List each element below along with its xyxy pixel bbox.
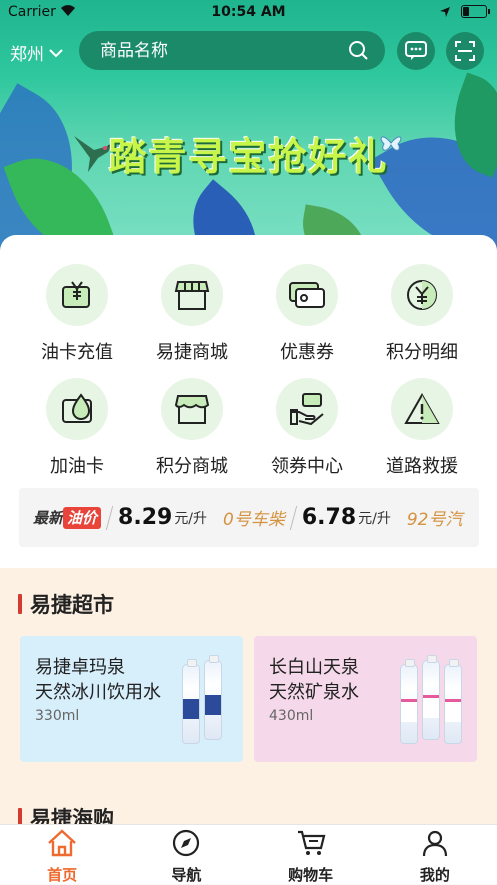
service-label: 加油卡 [50, 456, 104, 477]
water-bottle-image [182, 659, 200, 744]
service-label: 易捷商城 [156, 342, 228, 363]
product-card-zhuoma[interactable]: 易捷卓玛泉天然冰川饮用水 330ml [20, 636, 243, 762]
tab-label: 我的 [419, 866, 450, 884]
service-label: 优惠券 [280, 342, 334, 363]
water-bottle-image [204, 655, 222, 740]
product-name: 易捷卓玛泉天然冰川饮用水 [35, 655, 161, 705]
badge-right: 油价 [63, 507, 102, 529]
search-input[interactable] [98, 39, 342, 62]
price-value: 6.78 [301, 505, 357, 530]
tab-label: 首页 [47, 866, 78, 884]
latest-price-badge: 最新 油价 [33, 507, 102, 529]
scan-icon [455, 41, 475, 61]
badge-left: 最新 [33, 509, 64, 527]
water-bottle-image [422, 655, 440, 740]
service-label: 领券中心 [271, 456, 343, 477]
message-icon [405, 41, 427, 60]
compass-icon [173, 829, 200, 857]
tab-profile[interactable]: 我的 [373, 825, 497, 884]
product-name-line1: 易捷卓玛泉 [35, 657, 125, 678]
fuel-card-icon [46, 378, 108, 440]
bottom-tab-bar: 首页 导航 购物车 我的 [0, 824, 497, 884]
tab-home[interactable]: 首页 [0, 825, 124, 884]
yuan-coin-icon [391, 264, 453, 326]
tab-label: 购物车 [288, 866, 334, 884]
location-arrow-icon [440, 6, 450, 17]
service-coupon[interactable]: 优惠券 [245, 264, 369, 374]
tab-navigation[interactable]: 导航 [124, 825, 248, 884]
product-name-line2: 天然冰川饮用水 [35, 682, 161, 703]
product-volume: 330ml [35, 708, 80, 724]
price-value: 8.29 [118, 505, 173, 530]
banner-title: 踏青寻宝抢好礼 [108, 134, 389, 179]
battery-icon [461, 5, 490, 18]
points-store-icon [161, 378, 223, 440]
tab-cart[interactable]: 购物车 [249, 825, 373, 884]
cart-icon [297, 830, 326, 855]
search-icon[interactable] [348, 40, 369, 61]
service-fuel-card[interactable]: 加油卡 [15, 378, 139, 488]
message-button[interactable] [397, 32, 435, 70]
service-label: 积分商城 [156, 456, 228, 477]
price-unit: 元/升 [358, 510, 391, 527]
coupon-icon [276, 264, 338, 326]
service-yuan-coin[interactable]: 积分明细 [360, 264, 484, 374]
section-title-text: 易捷超市 [30, 593, 114, 617]
tab-label: 导航 [171, 866, 202, 884]
product-card-changbaishan[interactable]: 长白山天泉天然矿泉水 430ml [254, 636, 477, 762]
city-selector[interactable]: 郑州 [10, 40, 64, 65]
chevron-down-icon [49, 48, 63, 57]
service-coupon-center[interactable]: 领券中心 [245, 378, 369, 488]
divider [105, 505, 114, 530]
service-points-store[interactable]: 积分商城 [130, 378, 254, 488]
water-bottle-image [444, 659, 462, 744]
coupon-center-icon [276, 378, 338, 440]
status-bar: Carrier 10:54 AM [0, 0, 497, 24]
section-marker [18, 594, 22, 614]
service-fuel-card-yuan[interactable]: 油卡充值 [15, 264, 139, 374]
product-volume: 430ml [269, 708, 314, 724]
service-label: 道路救援 [386, 456, 458, 477]
home-icon [48, 829, 76, 857]
fuel-name: 0号车柴 [223, 510, 285, 530]
product-name: 长白山天泉天然矿泉水 [269, 655, 359, 705]
store-icon [161, 264, 223, 326]
service-store[interactable]: 易捷商城 [130, 264, 254, 374]
scan-button[interactable] [446, 32, 484, 70]
product-name-line2: 天然矿泉水 [269, 682, 359, 703]
service-label: 油卡充值 [41, 342, 113, 363]
section-title-supermarket: 易捷超市 [18, 589, 114, 619]
fuel-name: 92号汽 [406, 510, 463, 530]
search-bar[interactable] [79, 31, 385, 70]
fuel-price-ticker[interactable]: 最新 油价 8.29 元/升 0号车柴 6.78 元/升 92号汽 [19, 488, 479, 547]
city-label: 郑州 [10, 45, 44, 65]
user-icon [422, 830, 447, 857]
fuel-card-yuan-icon [46, 264, 108, 326]
status-right [439, 5, 490, 18]
service-label: 积分明细 [386, 342, 458, 363]
wifi-icon [61, 5, 75, 17]
product-name-line1: 长白山天泉 [269, 657, 359, 678]
warning-icon [391, 378, 453, 440]
divider [289, 505, 298, 530]
price-unit: 元/升 [174, 510, 208, 527]
water-bottle-image [400, 659, 418, 744]
service-warning[interactable]: 道路救援 [360, 378, 484, 488]
